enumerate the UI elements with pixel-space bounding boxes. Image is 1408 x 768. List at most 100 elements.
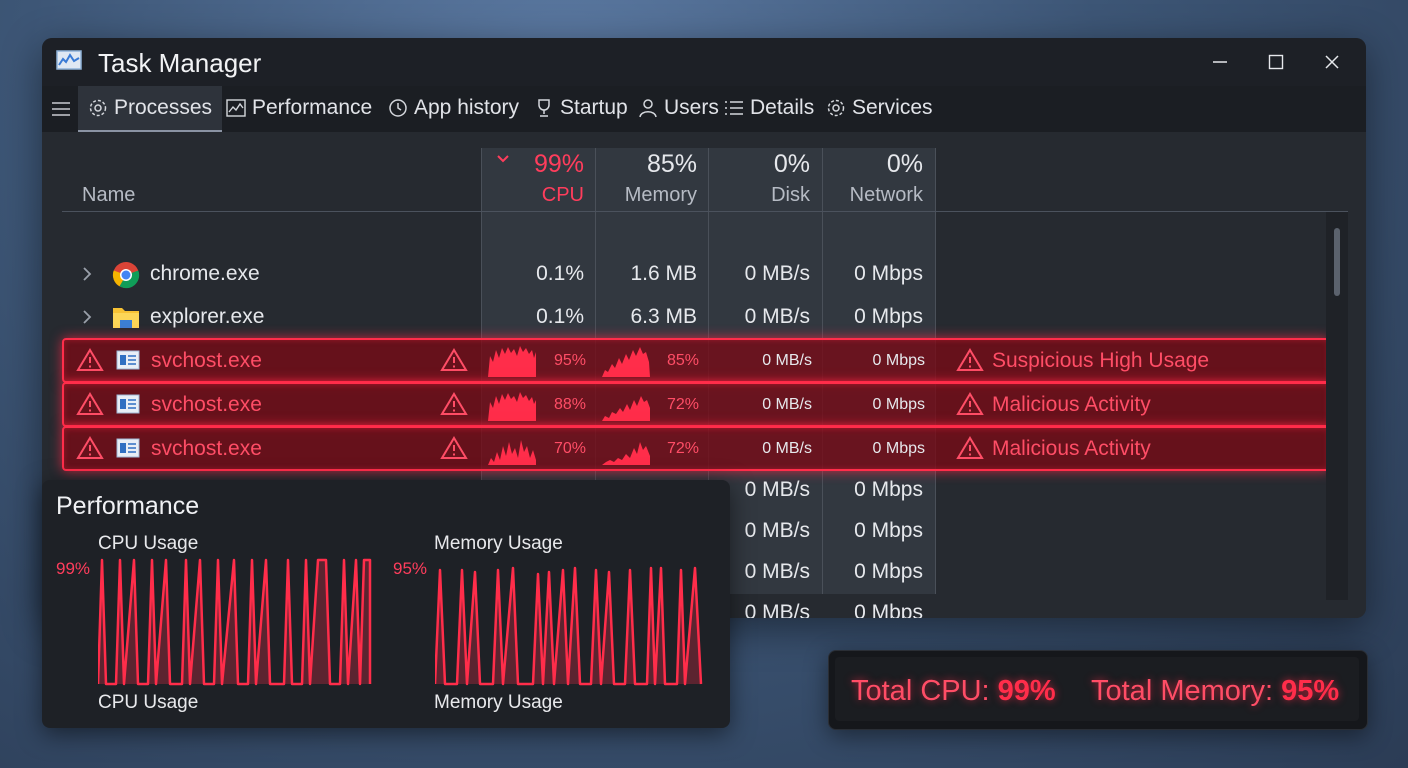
gear-icon — [89, 99, 107, 117]
disk-column-header[interactable]: Disk — [708, 184, 810, 207]
service-host-icon — [116, 394, 140, 414]
network-cell: 0 Mbps — [872, 396, 925, 413]
tab-label: App history — [414, 96, 520, 119]
minimize-button[interactable] — [1200, 46, 1240, 78]
disk-cell: 0 MB/s — [762, 440, 812, 457]
cpu-column-header[interactable]: CPU — [482, 184, 584, 207]
network-cell: 0 Mbps — [854, 305, 923, 328]
warning-icon — [440, 392, 468, 415]
warning-label: Malicious Activity — [992, 393, 1151, 416]
close-button[interactable] — [1312, 46, 1352, 78]
disk-cell: 0 MB/s — [744, 262, 810, 285]
tab-app-history[interactable]: App history — [388, 86, 519, 130]
tab-startup[interactable]: Startup — [534, 86, 628, 130]
service-host-icon — [116, 438, 140, 458]
process-name: svchost.exe — [151, 349, 262, 372]
hamburger-menu-icon[interactable] — [50, 98, 72, 120]
memory-cell: 72% — [666, 396, 699, 413]
chevron-right-icon[interactable] — [80, 265, 94, 283]
memory-header-percent[interactable]: 85% — [595, 150, 697, 179]
performance-title: Performance — [56, 492, 200, 520]
service-host-icon — [116, 350, 140, 370]
tab-label: Startup — [560, 96, 628, 119]
memory-graph-footer: Memory Usage — [434, 692, 563, 713]
warning-icon — [76, 436, 104, 459]
tab-label: Processes — [114, 96, 213, 119]
trophy-icon — [538, 99, 550, 117]
history-icon — [389, 99, 407, 117]
disk-cell: 0 MB/s — [744, 305, 810, 328]
total-cpu: Total CPU: 99% — [851, 675, 1056, 708]
tab-label: Services — [852, 96, 933, 119]
cpu-cell: 0.1% — [536, 305, 584, 328]
total-cpu-value: 99% — [997, 675, 1056, 707]
close-icon — [1325, 55, 1339, 69]
title-bar: Task Manager — [42, 38, 1366, 86]
user-icon — [639, 99, 657, 118]
window-title: Task Manager — [98, 48, 262, 78]
totals-panel: Total CPU: 99% Total Memory: 95% — [828, 650, 1368, 730]
alert-row[interactable]: svchost.exe 95% 85% 0 MB/s 0 Mbps Suspic… — [62, 338, 1330, 383]
cpu-graph-percent: 99% — [56, 559, 91, 578]
folder-icon — [113, 308, 139, 328]
network-cell: 0 Mbps — [854, 478, 923, 501]
network-cell: 0 Mbps — [854, 560, 923, 583]
cpu-usage-graph — [98, 558, 372, 686]
gear-icon — [827, 99, 845, 117]
process-name: svchost.exe — [151, 437, 262, 460]
memory-usage-graph — [435, 566, 703, 686]
scrollbar-thumb[interactable] — [1334, 228, 1340, 296]
name-column-header[interactable]: Name — [82, 184, 135, 207]
tab-bar: Processes Performance App history Startu… — [42, 86, 1366, 132]
chevron-right-icon[interactable] — [80, 308, 94, 326]
alert-row[interactable]: svchost.exe 88% 72% 0 MB/s 0 Mbps Malici… — [62, 382, 1330, 427]
memory-cell: 1.6 MB — [630, 262, 697, 285]
disk-cell: 0 MB/s — [762, 396, 812, 413]
cpu-cell: 0.1% — [536, 262, 584, 285]
memory-graph-label: Memory Usage — [434, 533, 563, 554]
warning-label: Malicious Activity — [992, 437, 1151, 460]
memory-cell: 85% — [666, 352, 699, 369]
cpu-cell: 95% — [553, 352, 586, 369]
maximize-icon — [1268, 54, 1284, 70]
list-icon — [725, 101, 743, 115]
memory-cell: 72% — [666, 440, 699, 457]
tab-label: Details — [750, 96, 815, 119]
network-cell: 0 Mbps — [872, 440, 925, 457]
memory-column-header[interactable]: Memory — [595, 184, 697, 207]
network-header-percent[interactable]: 0% — [822, 150, 923, 179]
tab-label: Users — [664, 96, 719, 119]
alert-row[interactable]: svchost.exe 70% 72% 0 MB/s 0 Mbps Malici… — [62, 426, 1330, 471]
warning-icon — [76, 348, 104, 371]
total-memory: Total Memory: 95% — [1091, 675, 1339, 708]
table-row[interactable]: explorer.exe 0.1% 6.3 MB 0 MB/s 0 Mbps — [42, 297, 1332, 337]
chrome-icon — [112, 262, 140, 289]
warning-icon — [956, 392, 984, 415]
tab-processes[interactable]: Processes — [78, 86, 223, 132]
process-name: chrome.exe — [150, 262, 260, 285]
maximize-button[interactable] — [1256, 46, 1296, 78]
process-name: explorer.exe — [150, 305, 265, 328]
disk-header-percent[interactable]: 0% — [708, 150, 810, 179]
disk-cell: 0 MB/s — [762, 352, 812, 369]
minimize-icon — [1213, 61, 1227, 63]
tab-performance[interactable]: Performance — [226, 86, 372, 130]
cpu-graph-footer: CPU Usage — [98, 692, 199, 713]
memory-graph-percent: 95% — [393, 559, 428, 578]
warning-icon — [956, 348, 984, 371]
totals-inner: Total CPU: 99% Total Memory: 95% — [835, 657, 1359, 721]
header-divider — [62, 211, 1348, 212]
tab-details[interactable]: Details — [724, 86, 814, 130]
warning-icon — [440, 436, 468, 459]
performance-chart-icon — [226, 99, 246, 117]
warning-icon — [76, 392, 104, 415]
tab-services[interactable]: Services — [826, 86, 933, 130]
network-column-header[interactable]: Network — [822, 184, 923, 207]
table-row[interactable]: chrome.exe 0.1% 1.6 MB 0 MB/s 0 Mbps — [42, 254, 1332, 294]
tab-users[interactable]: Users — [638, 86, 719, 130]
warning-label: Suspicious High Usage — [992, 349, 1210, 372]
network-cell: 0 Mbps — [854, 601, 923, 618]
warning-icon — [956, 436, 984, 459]
task-manager-app-icon — [56, 50, 82, 70]
cpu-header-percent[interactable]: 99% — [482, 150, 584, 179]
